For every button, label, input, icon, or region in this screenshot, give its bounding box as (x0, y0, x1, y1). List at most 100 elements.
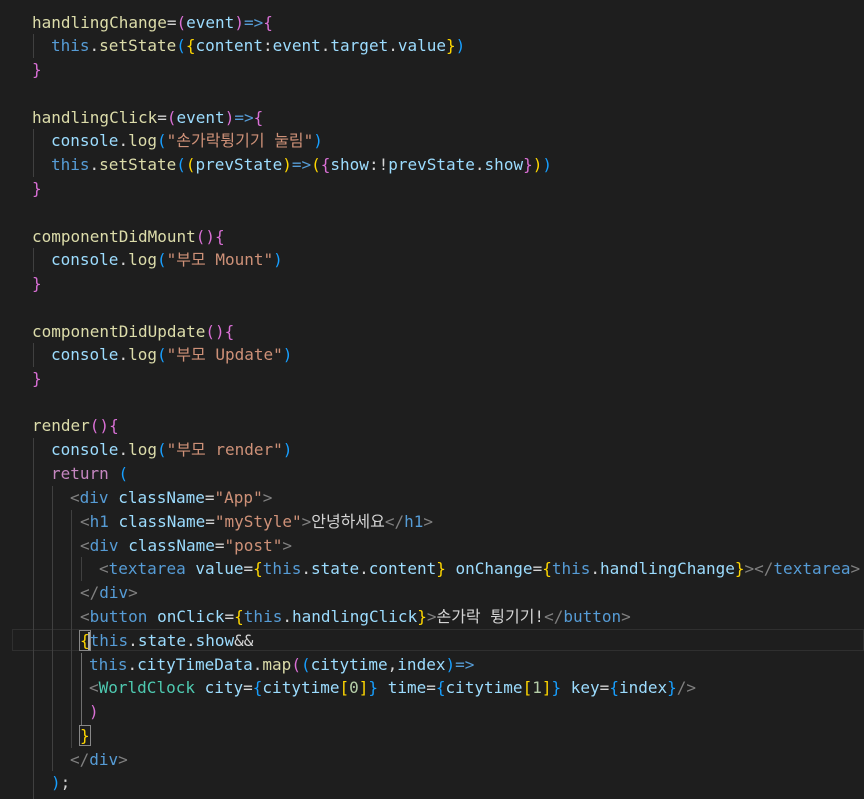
code-line[interactable]: } (79, 724, 91, 748)
code-token: ) (234, 13, 244, 32)
code-line[interactable]: } (32, 272, 42, 296)
code-token: . (118, 440, 129, 459)
code-token: onClick (157, 607, 225, 626)
code-token: ( (156, 440, 167, 459)
code-token: cityTimeData (137, 655, 253, 674)
code-line[interactable]: </div> (70, 748, 128, 772)
code-token: </ (70, 750, 90, 769)
code-line[interactable]: render(){ (32, 414, 119, 438)
code-token: ) (51, 773, 61, 792)
code-token: : (262, 36, 273, 55)
code-token: } (32, 60, 42, 79)
code-token: ( (118, 464, 129, 483)
code-token: "부모 Mount" (166, 250, 274, 269)
code-token: = (205, 512, 215, 531)
code-token: ( (176, 13, 187, 32)
code-token: . (127, 655, 138, 674)
code-token: = (214, 536, 225, 555)
code-token: this (89, 631, 129, 650)
code-token: 손가락 튕기기! (436, 607, 545, 626)
code-token: ( (156, 131, 167, 150)
code-token: < (89, 678, 99, 697)
code-line[interactable]: handlingClick=(event)=>{ (32, 106, 263, 130)
code-token: } (32, 369, 42, 388)
code-token: => (455, 655, 475, 674)
code-line[interactable]: } (32, 367, 42, 391)
code-token: ) (532, 155, 543, 174)
code-token: key (570, 678, 600, 697)
code-line[interactable]: console.log("부모 Update") (51, 343, 292, 367)
code-line[interactable]: <div className="App"> (70, 486, 272, 510)
code-token: "post" (224, 536, 283, 555)
code-token: return (51, 464, 109, 483)
code-token: ) (282, 440, 293, 459)
code-token: console (51, 345, 119, 364)
code-token: . (89, 36, 100, 55)
code-token: () (89, 416, 110, 435)
code-token: = (224, 607, 235, 626)
code-editor[interactable]: handlingChange=(event)=>{this.setState({… (0, 0, 864, 799)
code-line[interactable]: </div> (80, 581, 138, 605)
code-token: { (215, 227, 225, 246)
code-token: . (118, 345, 129, 364)
indent-guide (33, 34, 34, 58)
code-token: componentDidMount (32, 227, 196, 246)
code-token: = (166, 13, 177, 32)
code-token: log (128, 440, 157, 459)
code-line[interactable]: } (32, 58, 42, 82)
code-line[interactable]: return ( (51, 462, 128, 486)
code-line[interactable]: console.log("부모 render") (51, 438, 292, 462)
code-token: { (224, 322, 235, 341)
code-token: ) (282, 155, 292, 174)
code-line[interactable]: this.setState((prevState)=>({show:!prevS… (51, 153, 552, 177)
code-token: { (253, 559, 263, 578)
code-token: > (621, 607, 631, 626)
code-token: value (397, 36, 447, 55)
code-token: < (99, 559, 109, 578)
code-token: { (263, 13, 273, 32)
code-token: ( (176, 36, 186, 55)
code-line[interactable]: <WorldClock city={citytime[0]} time={cit… (89, 676, 696, 700)
indent-guide (52, 486, 53, 771)
code-line[interactable]: this.cityTimeData.map((citytime,index)=> (89, 653, 474, 677)
code-token: = (157, 108, 167, 127)
code-token: } (368, 678, 379, 697)
code-token: </ (544, 607, 564, 626)
code-line[interactable]: <div className="post"> (80, 534, 292, 558)
code-line[interactable]: ) (89, 700, 99, 724)
code-token: citytime (445, 678, 523, 697)
code-token: log (128, 250, 157, 269)
code-token: index (397, 655, 446, 674)
code-token: onChange (455, 559, 533, 578)
code-line[interactable]: componentDidMount(){ (32, 225, 225, 249)
code-token: setState (99, 155, 177, 174)
code-token: city (204, 678, 244, 697)
code-line[interactable]: ); (51, 771, 70, 795)
code-line[interactable]: componentDidUpdate(){ (32, 320, 234, 344)
code-token: ( (300, 655, 311, 674)
indent-guide (33, 129, 34, 177)
code-line[interactable]: console.log("부모 Mount") (51, 248, 283, 272)
code-line[interactable]: <textarea value={this.state.content} onC… (99, 557, 860, 581)
code-token: "부모 Update" (166, 345, 283, 364)
code-token: textarea (773, 559, 851, 578)
code-line[interactable]: <h1 className="myStyle">안녕하세요</h1> (80, 510, 433, 534)
code-token: ( (311, 155, 321, 174)
code-line[interactable]: {this.state.show&& (79, 629, 253, 653)
code-line[interactable]: this.setState({content:event.target.valu… (51, 34, 465, 58)
code-token: . (185, 631, 196, 650)
code-token: { (185, 36, 196, 55)
code-token: setState (99, 36, 177, 55)
code-line[interactable]: <button onClick={this.handlingClick}>손가락… (80, 605, 631, 629)
code-token: { (252, 678, 263, 697)
code-line[interactable]: } (32, 177, 42, 201)
code-token: this (551, 559, 591, 578)
code-line[interactable]: console.log("손가락튕기기 눌림") (51, 129, 323, 153)
code-token: content (195, 36, 263, 55)
code-line[interactable]: handlingChange=(event)=>{ (32, 11, 273, 35)
code-token: button (89, 607, 148, 626)
code-token: { (320, 155, 331, 174)
code-token: className (118, 512, 206, 531)
